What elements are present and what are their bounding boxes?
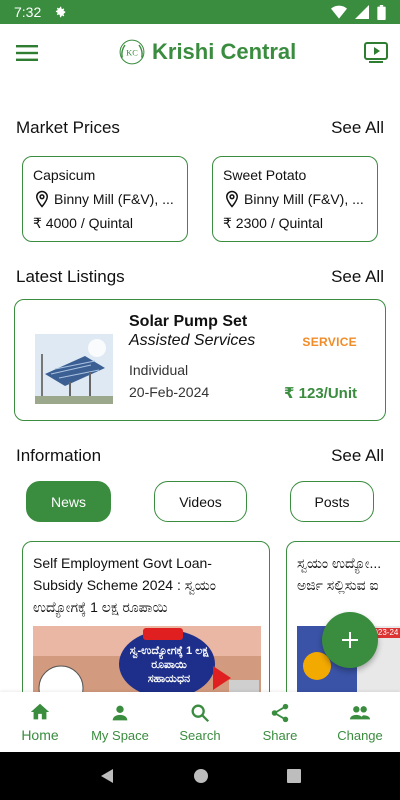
section-title: Market Prices [16,118,120,137]
section-title: Latest Listings [16,267,125,286]
tab-posts[interactable]: Posts [290,481,374,522]
news-card[interactable]: Self Employment Govt Loan-Subsidy Scheme… [22,541,270,701]
clock: 7:32 [14,4,42,20]
system-navigation-bar [0,752,400,800]
nav-search[interactable]: Search [160,692,240,752]
nav-label: My Space [91,727,149,743]
listing-price: ₹ 123/Unit [284,385,357,402]
nav-label: Home [21,727,59,743]
tab-videos[interactable]: Videos [154,481,247,522]
nav-label: Change [337,727,383,743]
listing-title: Solar Pump Set [129,313,248,330]
market-price-card[interactable]: Sweet Potato Binny Mill (F&V), ... ₹ 230… [212,156,378,242]
home-circle-icon[interactable] [193,768,209,784]
crop-name: Capsicum [33,167,96,183]
add-fab-button[interactable] [322,612,378,668]
listing-category: Assisted Services [129,332,256,349]
news-title: Self Employment Govt Loan-Subsidy Scheme… [33,555,216,615]
nav-change[interactable]: Change [320,692,400,752]
market-location: Binny Mill (F&V), ... [244,191,364,207]
nav-home[interactable]: Home [0,692,80,752]
search-icon [191,704,210,722]
people-icon [349,705,371,719]
listing-type-badge: SERVICE [302,335,357,349]
settings-gear-icon [56,6,66,18]
plus-icon [342,632,358,648]
home-icon [30,703,50,720]
crop-name: Sweet Potato [223,167,307,183]
listing-card[interactable]: Solar Pump Set Assisted Services SERVICE… [14,299,386,421]
share-icon [271,703,289,722]
section-title: Information [16,446,102,465]
market-price-card[interactable]: Capsicum Binny Mill (F&V), ... ₹ 4000 / … [22,156,188,242]
app-bar: KC Krishi Central [0,24,400,82]
nav-share[interactable]: Share [240,692,320,752]
location-pin-icon [225,190,239,208]
crop-price: ₹ 4000 / Quintal [33,215,133,231]
app-logo: KC Krishi Central [118,38,296,66]
news-image: ಸ್ವ-ಉದ್ಯೋಗಕ್ಕೆ 1 ಲಕ್ಷ ರೂಪಾಯಿ ಸಹಾಯಧನ [33,626,261,700]
menu-icon[interactable] [16,44,38,62]
latest-listings-header: Latest Listings See All [16,267,384,287]
back-icon[interactable] [99,768,115,784]
tab-news[interactable]: News [26,481,111,522]
see-all-info-link[interactable]: See All [331,446,384,466]
news-image-caption: ಸ್ವ-ಉದ್ಯೋಗಕ್ಕೆ 1 ಲಕ್ಷ ರೂಪಾಯಿ ಸಹಾಯಧನ [129,645,209,685]
news-title: ಸ್ವಯಂ ಉದ್ಯೋ... ಅರ್ಜಿ ಸಲ್ಲಿಸುವ ಐ [297,555,382,593]
kc-emblem-icon: KC [119,39,145,65]
bottom-navigation: Home My Space Search Share Change [0,692,400,752]
nav-label: Share [262,727,298,743]
nav-my-space[interactable]: My Space [80,692,160,752]
information-header: Information See All [16,446,384,466]
solar-panel-image [35,334,113,404]
nav-label: Search [179,727,221,743]
wifi-icon [331,5,347,19]
see-all-listings-link[interactable]: See All [331,267,384,287]
signal-icon [355,5,369,19]
market-location: Binny Mill (F&V), ... [54,191,174,207]
tv-play-icon[interactable] [364,42,388,64]
market-prices-header: Market Prices See All [16,118,384,138]
battery-icon [377,4,386,20]
listing-seller: Individual [129,362,189,378]
see-all-market-link[interactable]: See All [331,118,384,138]
crop-price: ₹ 2300 / Quintal [223,215,323,231]
app-title: Krishi Central [152,39,297,64]
listing-date: 20-Feb-2024 [129,384,210,400]
recents-icon[interactable] [287,769,301,783]
svg-text:KC: KC [126,49,138,58]
status-bar: 7:32 [0,0,400,24]
location-pin-icon [35,190,49,208]
person-icon [112,705,128,720]
